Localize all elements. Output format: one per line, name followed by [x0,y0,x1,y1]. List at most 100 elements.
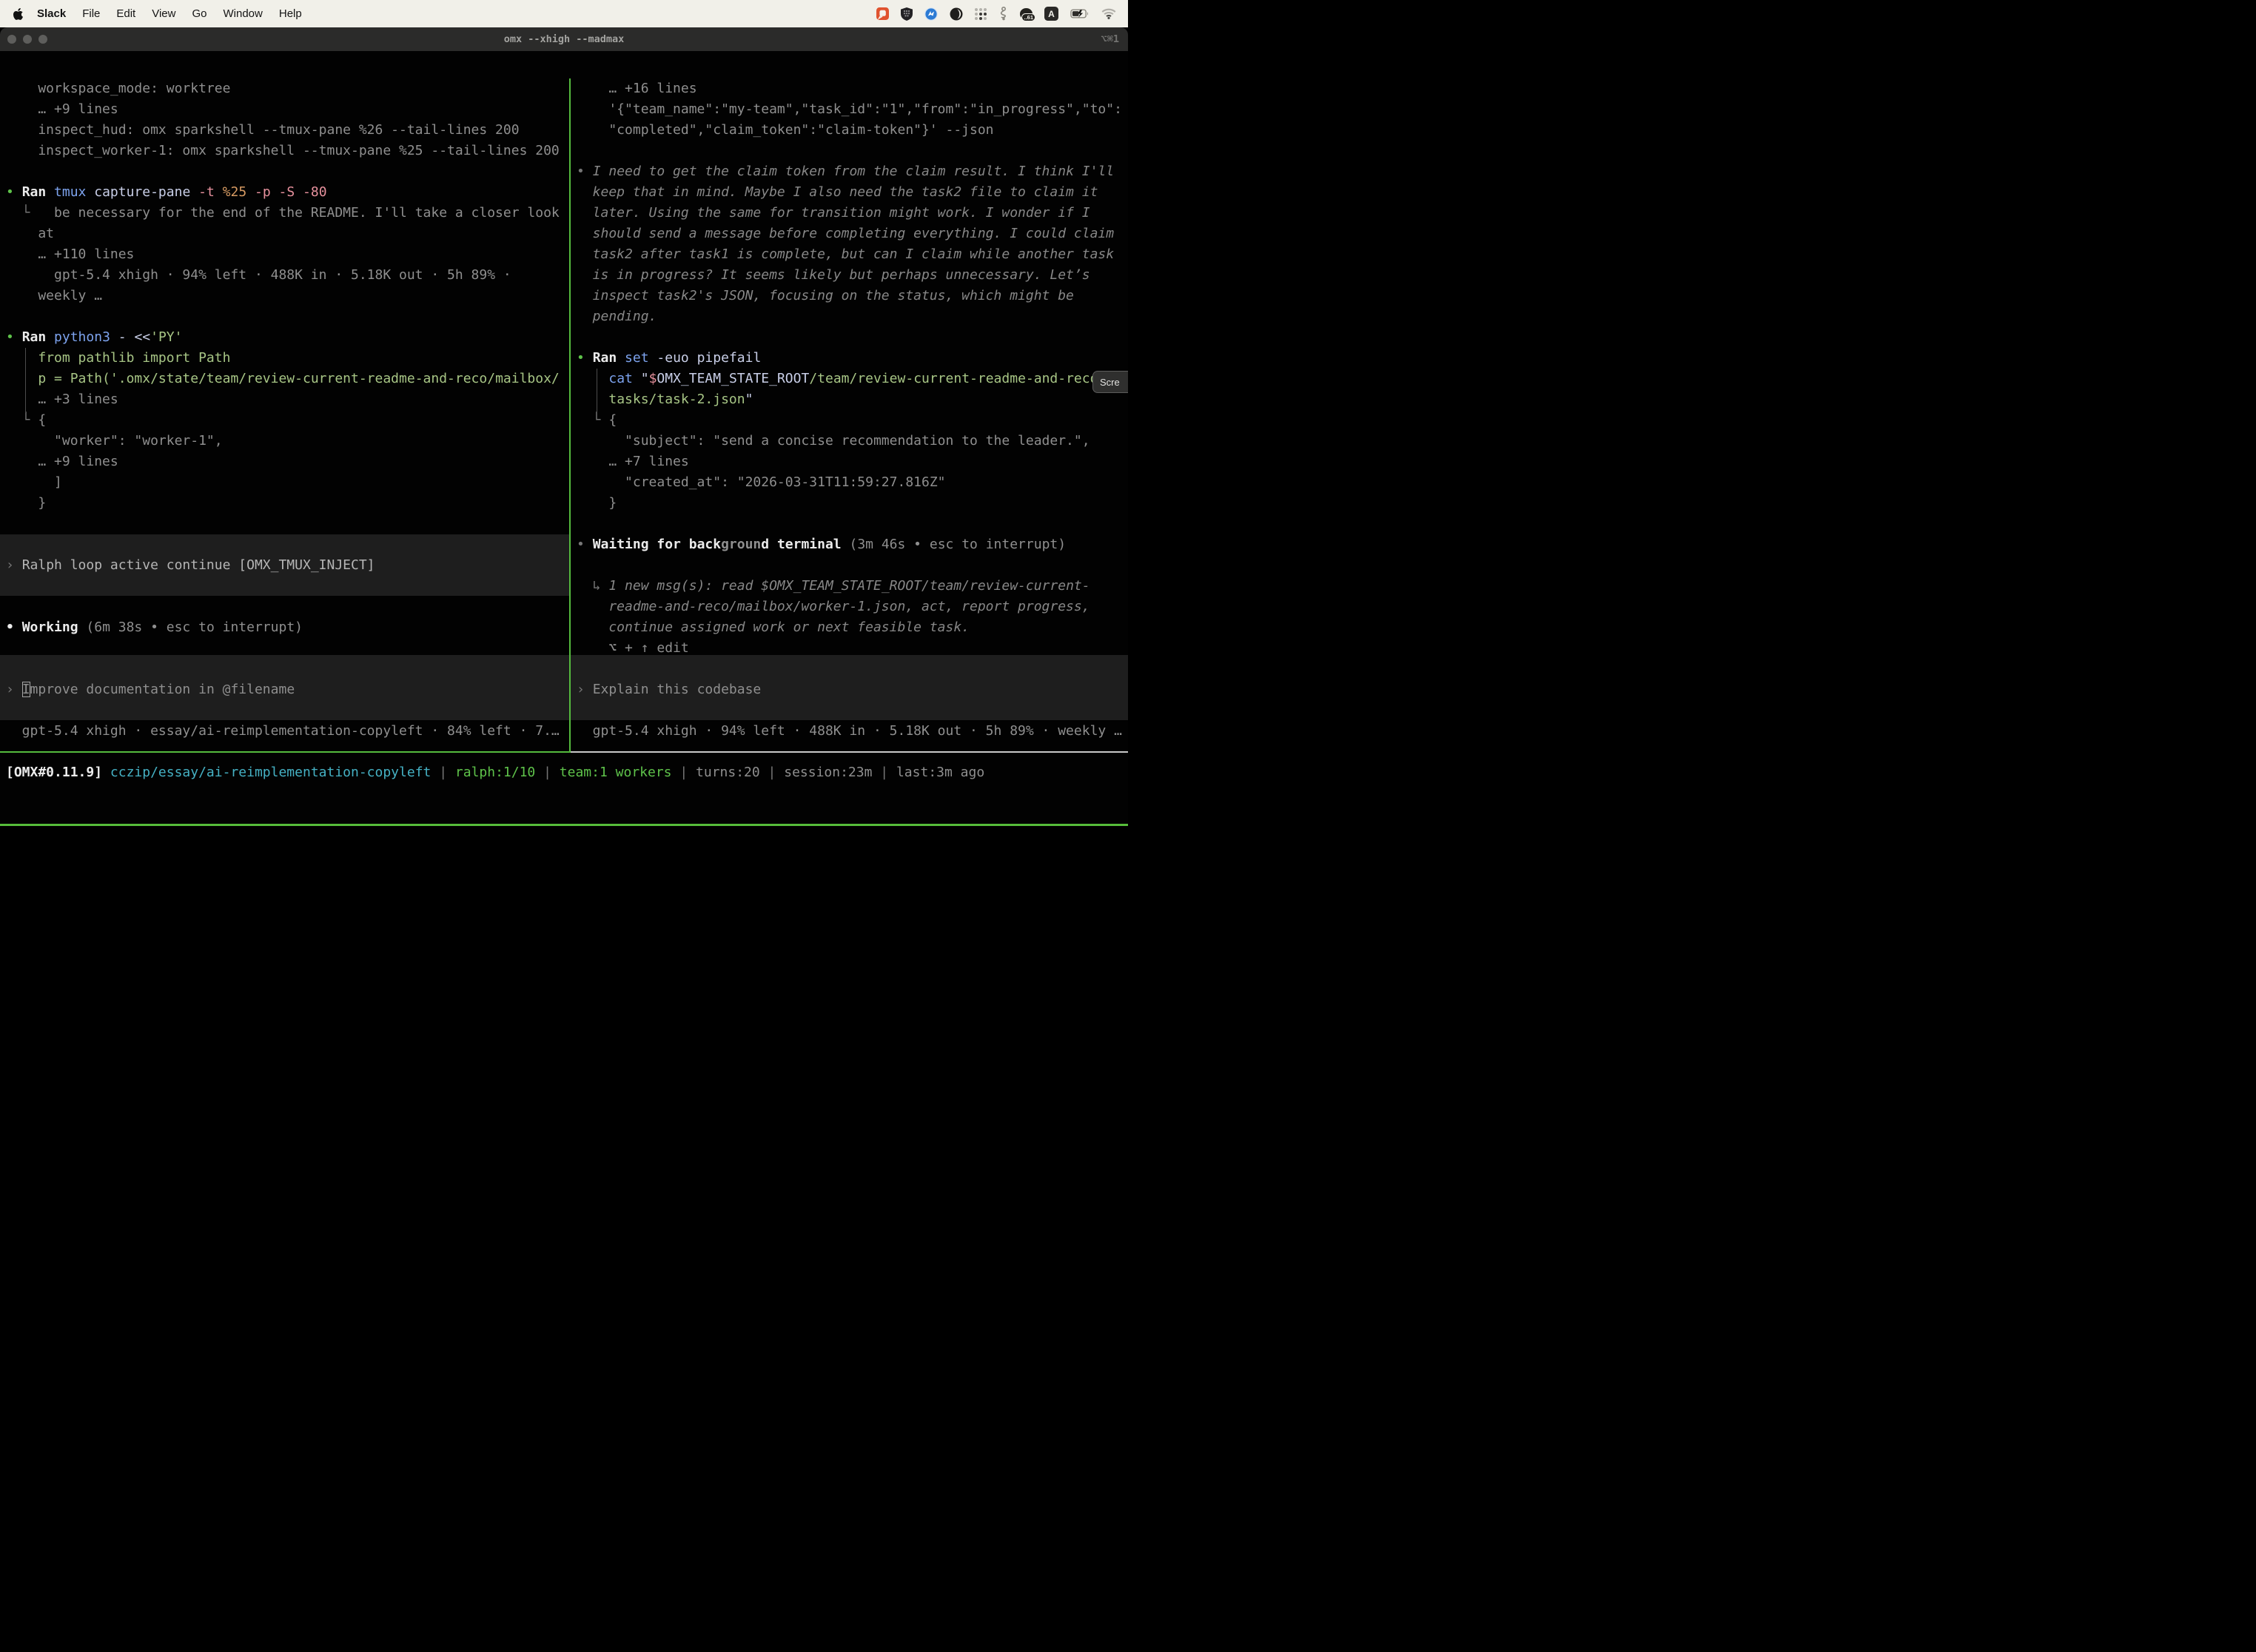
terminal-line: pending. [577,306,1128,327]
terminal-line: } [577,493,1128,514]
terminal-line: should send a message before completing … [577,224,1128,244]
terminal-line: … +7 lines [577,451,1128,472]
terminal-line: continue assigned work or next feasible … [577,617,1128,638]
tmux-status-bar: [omx-cczip0:bash* "MacBook-Pro-44.local"… [0,824,1128,826]
terminal-line: inspect task2's JSON, focusing on the st… [577,286,1128,306]
screen-overlay-label: Scre [1100,377,1120,388]
menu-item-slack[interactable]: Slack [29,7,74,20]
launcher-crescent-icon[interactable] [950,7,963,21]
terminal-line: gpt-5.4 xhigh · 94% left · 488K in · 5.1… [577,721,1122,742]
terminal-line: › Ralph loop active continue [OMX_TMUX_I… [6,555,375,576]
terminal-line: • Ran python3 - <<'PY' [6,327,568,348]
terminal-line: is in progress? It seems likely but perh… [577,265,1128,286]
terminal-line: weekly … [6,286,568,306]
prompt-input-right[interactable]: › Explain this codebase [577,679,761,700]
terminal-line: inspect_hud: omx sparkshell --tmux-pane … [6,120,568,141]
terminal-line: › Explain this codebase [577,679,761,700]
terminal-line: workspace_mode: worktree [6,78,568,99]
terminal-line: … +110 lines [6,244,568,265]
terminal-line: readme-and-reco/mailbox/worker-1.json, a… [577,597,1128,617]
terminal-line: [OMX#0.11.9] cczip/essay/ai-reimplementa… [6,762,984,783]
app-grid-icon[interactable] [975,7,987,20]
terminal-line [577,141,1128,161]
menu-item-file[interactable]: File [74,7,108,20]
right-pane-log: … +16 lines '{"team_name":"my-team","tas… [577,78,1128,659]
stats-glyph-icon[interactable] [999,7,1008,21]
menu-item-help[interactable]: Help [271,7,310,20]
window-title: omx --xhigh --madmax [0,27,1128,51]
terminal-line [6,161,568,182]
tmux-host-time: "MacBook-Pro-44.local" 05:03 31-Mar-26 [818,824,1123,826]
menu-item-go[interactable]: Go [184,7,215,20]
tmux-session-label: [omx-cczip0:bash* [5,824,141,826]
menu-bar: SlackFileEditViewGoWindowHelp ..61 A [0,0,1128,27]
terminal-line: • Ran tmux capture-pane -t %25 -p -S -80 [6,182,568,203]
left-pane-border [0,751,570,753]
terminal-content: workspace_mode: worktree … +9 lines insp… [0,78,1128,826]
wifi-icon[interactable] [1101,8,1116,19]
terminal-window: omx --xhigh --madmax ⌥⌘1 workspace_mode:… [0,27,1128,826]
terminal-line: tasks/task-2.json" [577,389,1128,410]
command-connector-line [25,348,26,413]
terminal-line: task2 after task1 is complete, but can I… [577,244,1128,265]
terminal-line: … +16 lines [577,78,1128,99]
status-icons: ..61 A [876,7,1116,21]
window-titlebar[interactable]: omx --xhigh --madmax ⌥⌘1 [0,27,1128,51]
messages-app-icon[interactable] [876,7,889,20]
terminal-line: • Working (6m 38s • esc to interrupt) [6,617,303,638]
terminal-line: ↳ 1 new msg(s): read $OMX_TEAM_STATE_ROO… [577,576,1128,597]
timer-badge-count: ..61 [1021,13,1035,21]
terminal-line: └ { [577,410,1128,431]
input-source-label: A [1048,9,1055,19]
model-status-left: gpt-5.4 xhigh · essay/ai-reimplementatio… [6,721,560,742]
terminal-line [6,306,568,327]
battery-icon[interactable] [1070,9,1090,19]
terminal-line: p = Path('.omx/state/team/review-current… [6,369,568,389]
terminal-line: gpt-5.4 xhigh · essay/ai-reimplementatio… [6,721,560,742]
window-shortcut-hint: ⌥⌘1 [1101,27,1119,51]
working-status-left: • Working (6m 38s • esc to interrupt) [6,617,303,638]
terminal-line: … +3 lines [6,389,568,410]
right-pane-border [571,751,1128,753]
terminal-line: • I need to get the claim token from the… [577,161,1128,182]
app-menu-group: SlackFileEditViewGoWindowHelp [9,7,310,20]
left-pane-log: workspace_mode: worktree … +9 lines insp… [6,78,568,514]
terminal-line: at [6,224,568,244]
terminal-line: • Ran set -euo pipefail [577,348,1128,369]
omx-status-line: [OMX#0.11.9] cczip/essay/ai-reimplementa… [6,762,984,783]
terminal-line: … +9 lines [6,451,568,472]
terminal-line: › Improve documentation in @filename [6,679,295,700]
terminal-line: "worker": "worker-1", [6,431,568,451]
terminal-line [577,555,1128,576]
terminal-line: "created_at": "2026-03-31T11:59:27.816Z" [577,472,1128,493]
prompt-input-left[interactable]: › Improve documentation in @filename [6,679,295,700]
menu-item-window[interactable]: Window [215,7,271,20]
terminal-line: └ be necessary for the end of the README… [6,203,568,224]
network-speed-icon[interactable] [924,7,938,21]
terminal-line: '{"team_name":"my-team","task_id":"1","f… [577,99,1128,120]
terminal-line: from pathlib import Path [6,348,568,369]
terminal-line: … +9 lines [6,99,568,120]
input-source-icon[interactable]: A [1044,7,1058,21]
menu-item-view[interactable]: View [144,7,184,20]
app-menus: SlackFileEditViewGoWindowHelp [29,7,310,20]
terminal-line [577,514,1128,534]
terminal-line: "subject": "send a concise recommendatio… [577,431,1128,451]
ralph-loop-message: › Ralph loop active continue [OMX_TMUX_I… [6,555,375,576]
pane-divider[interactable] [569,78,571,753]
terminal-line: └ { [6,410,568,431]
menu-item-edit[interactable]: Edit [108,7,144,20]
screen-overlay-button[interactable]: Scre [1092,371,1128,393]
terminal-line: ] [6,472,568,493]
terminal-line: inspect_worker-1: omx sparkshell --tmux-… [6,141,568,161]
model-status-right: gpt-5.4 xhigh · 94% left · 488K in · 5.1… [577,721,1122,742]
privacy-shield-icon[interactable] [901,7,913,21]
terminal-line: • Waiting for background terminal (3m 46… [577,534,1128,555]
terminal-line: } [6,493,568,514]
terminal-line: "completed","claim_token":"claim-token"}… [577,120,1128,141]
timer-badge-icon[interactable]: ..61 [1020,8,1033,19]
terminal-line: later. Using the same for transition mig… [577,203,1128,224]
terminal-line [577,327,1128,348]
apple-menu-icon[interactable] [13,8,23,20]
terminal-line: cat "$OMX_TEAM_STATE_ROOT/team/review-cu… [577,369,1128,389]
